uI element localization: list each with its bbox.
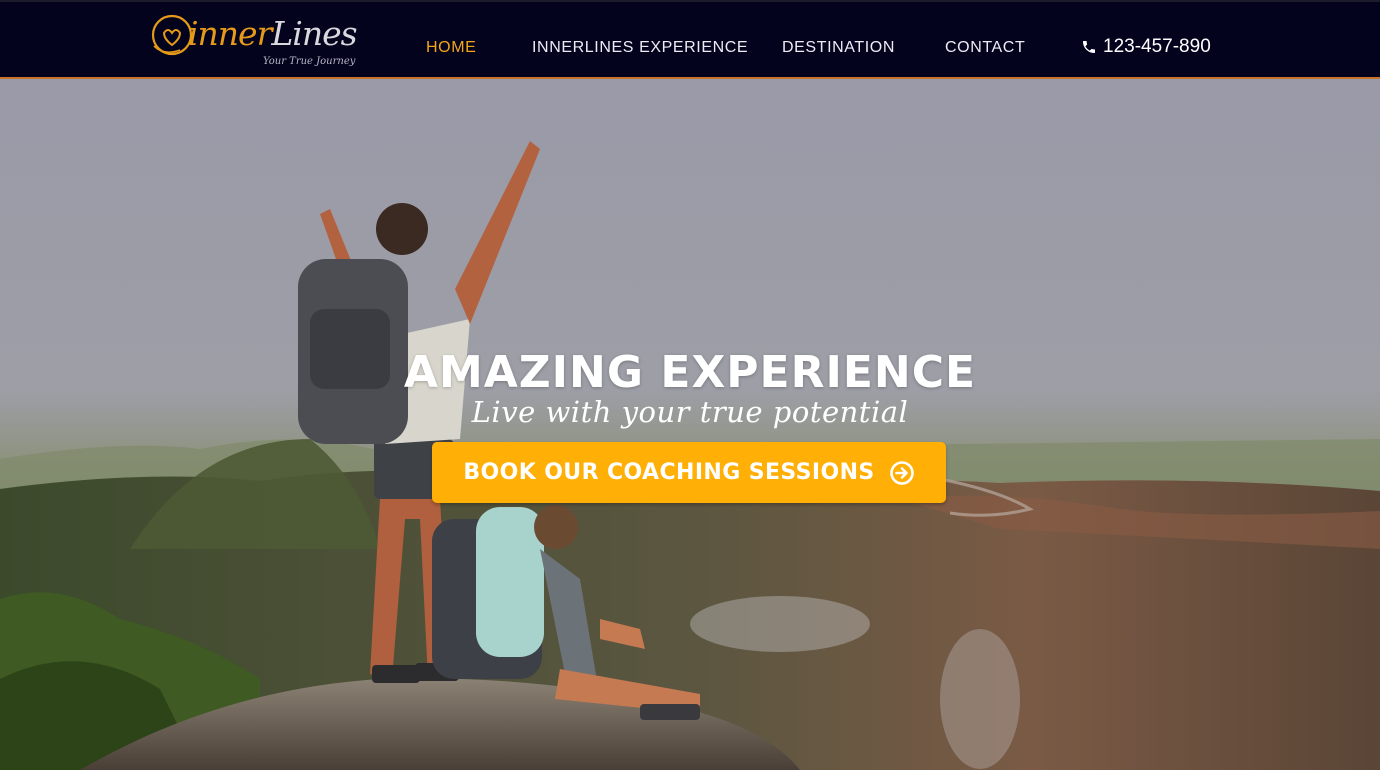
arrow-circle-right-icon: [889, 460, 914, 485]
phone-number: 123-457-890: [1103, 36, 1211, 57]
logo-word-inner: inner: [188, 14, 272, 53]
hero-section: AMAZING EXPERIENCE Live with your true p…: [0, 79, 1380, 770]
logo-tagline: Your True Journey: [263, 56, 356, 67]
hero-subtitle: Live with your true potential: [471, 395, 909, 429]
nav-phone-link[interactable]: 123-457-890: [1081, 36, 1211, 58]
nav-item-contact[interactable]: CONTACT: [945, 39, 1025, 57]
cta-label: BOOK OUR COACHING SESSIONS: [463, 460, 875, 485]
logo-wordmark: innerLines: [188, 14, 358, 53]
hero-title: AMAZING EXPERIENCE: [403, 347, 977, 398]
phone-icon: [1083, 41, 1095, 53]
nav-item-home[interactable]: HOME: [426, 39, 476, 57]
logo-word-lines: Lines: [271, 14, 357, 53]
site-logo[interactable]: innerLines Your True Journey: [150, 10, 370, 72]
book-coaching-sessions-button[interactable]: BOOK OUR COACHING SESSIONS: [432, 442, 946, 503]
nav-item-innerlines-experience[interactable]: INNERLINES EXPERIENCE: [532, 39, 748, 57]
top-navbar: innerLines Your True Journey HOME INNERL…: [0, 0, 1380, 79]
nav-item-destination[interactable]: DESTINATION: [782, 39, 895, 57]
